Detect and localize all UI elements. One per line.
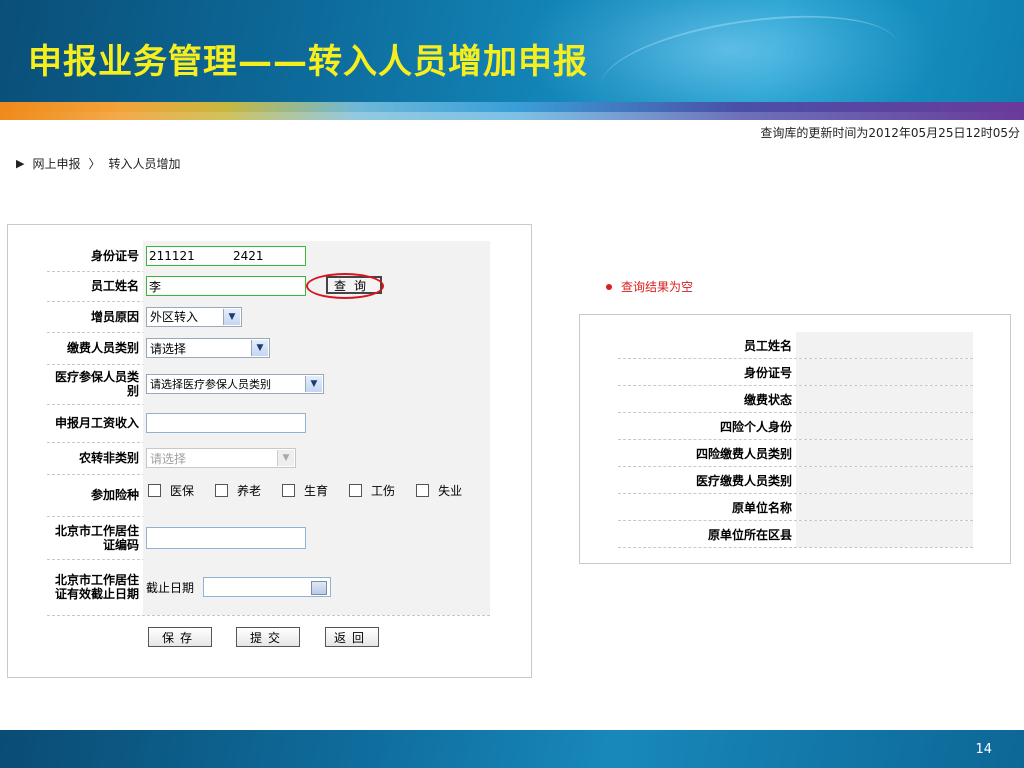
result-value [796,413,973,439]
insurance-checkbox-unemployment[interactable]: 失业 [416,482,462,499]
result-panel: 员工姓名 身份证号 缴费状态 四险个人身份 四险缴费人员类别 医疗缴费人员类别 … [579,314,1011,564]
result-row: 原单位所在区县 [618,521,973,548]
breadcrumb-item: 转入人员增加 [108,157,181,171]
result-message: 查询结果为空 [606,278,693,295]
insurance-checkbox-maternity[interactable]: 生育 [282,482,328,499]
result-value [796,494,973,520]
checkbox-icon[interactable] [282,484,296,497]
id-number-input[interactable]: 211121 2421 [146,246,306,266]
result-value [796,359,973,385]
checkbox-label: 养老 [237,484,262,498]
rural-select-value: 请选择 [150,451,187,466]
payer-type-label: 缴费人员类别 [66,341,139,355]
checkbox-icon[interactable] [215,484,229,497]
result-value [796,332,973,358]
medical-type-select-value: 请选择医疗参保人员类别 [150,378,271,391]
payer-type-select[interactable]: 请选择 ▼ [146,338,270,358]
submit-button[interactable]: 提交 [236,627,300,647]
result-value [796,440,973,466]
result-row: 员工姓名 [618,332,973,359]
form-row-reason: 增员原因 外区转入 ▼ [47,301,490,333]
result-value [796,467,973,493]
slide-title: 申报业务管理——转入人员增加申报 [28,42,588,82]
form-row-medical-type: 医疗参保人员类别 请选择医疗参保人员类别 ▼ [47,364,490,405]
breadcrumb-item[interactable]: 网上申报 [32,155,80,172]
name-input[interactable]: 李 [146,276,306,296]
insurance-label: 参加险种 [90,488,139,502]
result-row: 四险个人身份 [618,413,973,440]
save-button[interactable]: 保存 [148,627,212,647]
result-row: 医疗缴费人员类别 [618,467,973,494]
checkbox-icon[interactable] [349,484,363,497]
breadcrumb-separator: 〉 [88,157,101,171]
checkbox-label: 医保 [170,484,195,498]
form-row-rural: 农转非类别 请选择 ▼ [47,442,490,475]
update-time: 查询库的更新时间为2012年05月25日12时05分 [760,126,1020,140]
form-row-permit-date: 北京市工作居住证有效截止日期 截止日期 [47,559,490,616]
checkbox-icon[interactable] [148,484,161,497]
result-label: 四险缴费人员类别 [695,446,792,461]
result-value [796,521,973,547]
chevron-down-icon[interactable]: ▼ [251,340,268,356]
reason-select-value: 外区转入 [150,310,199,324]
rural-select[interactable]: 请选择 ▼ [146,448,296,468]
deadline-text: 截止日期 [146,580,195,595]
reason-label: 增员原因 [90,309,139,324]
breadcrumb: ▶ 网上申报 〉 转入人员增加 [16,155,181,172]
result-label: 身份证号 [743,365,792,380]
highlight-ring [306,273,384,299]
insurance-checkbox-injury[interactable]: 工伤 [349,482,395,499]
footer-bar: 14 [0,730,1024,768]
chevron-down-icon[interactable]: ▼ [277,450,294,466]
result-value [796,386,973,412]
result-label: 原单位名称 [731,500,792,515]
insurance-checkbox-medical[interactable]: 医保 [148,482,194,499]
declaration-form: 身份证号 211121 2421 员工姓名 李 增员原因 外区转入 ▼ 缴费人员… [7,224,532,678]
form-row-id: 身份证号 211121 2421 [47,241,490,272]
result-row: 原单位名称 [618,494,973,521]
payer-type-select-value: 请选择 [150,341,187,356]
insurance-checkbox-pension[interactable]: 养老 [215,482,261,499]
permit-date-label: 北京市工作居住证有效截止日期 [54,573,139,601]
result-row: 四险缴费人员类别 [618,440,973,467]
rural-label: 农转非类别 [78,451,139,465]
salary-input[interactable] [146,413,306,433]
back-button[interactable]: 返回 [325,627,379,647]
permit-code-input[interactable] [146,526,306,549]
form-row-payer-type: 缴费人员类别 请选择 ▼ [47,332,490,365]
result-message-text: 查询结果为空 [621,280,694,294]
chevron-down-icon[interactable]: ▼ [223,308,240,325]
header-stripe-highlight [0,112,1024,120]
name-label: 员工姓名 [90,279,139,293]
result-label: 员工姓名 [743,338,792,353]
calendar-icon[interactable] [311,581,328,595]
reason-select[interactable]: 外区转入 ▼ [146,306,242,327]
medical-type-select[interactable]: 请选择医疗参保人员类别 ▼ [146,374,324,394]
result-row: 身份证号 [618,359,973,386]
checkbox-label: 工伤 [371,484,396,498]
breadcrumb-arrow-icon: ▶ [16,157,25,170]
checkbox-label: 失业 [438,484,463,498]
id-label: 身份证号 [90,249,139,263]
checkbox-label: 生育 [304,484,329,498]
bullet-icon [606,283,612,290]
form-row-salary: 申报月工资收入 [47,404,490,443]
result-label: 医疗缴费人员类别 [695,473,792,488]
form-row-name: 员工姓名 李 [47,271,490,302]
medical-type-label: 医疗参保人员类别 [54,370,139,398]
page-number: 14 [975,742,992,757]
result-row: 缴费状态 [618,386,973,413]
result-label: 原单位所在区县 [707,527,792,542]
deadline-date-input[interactable] [203,577,332,597]
checkbox-icon[interactable] [416,484,430,497]
salary-label: 申报月工资收入 [54,416,139,430]
result-label: 缴费状态 [743,392,792,407]
header-banner: 申报业务管理——转入人员增加申报 [0,0,1024,102]
result-label: 四险个人身份 [719,419,792,434]
permit-code-label: 北京市工作居住证编码 [54,523,139,552]
form-row-permit-code: 北京市工作居住证编码 [47,516,490,560]
chevron-down-icon[interactable]: ▼ [305,376,322,392]
form-row-insurance: 参加险种 医保 养老 生育 工伤 失业 [47,474,490,517]
